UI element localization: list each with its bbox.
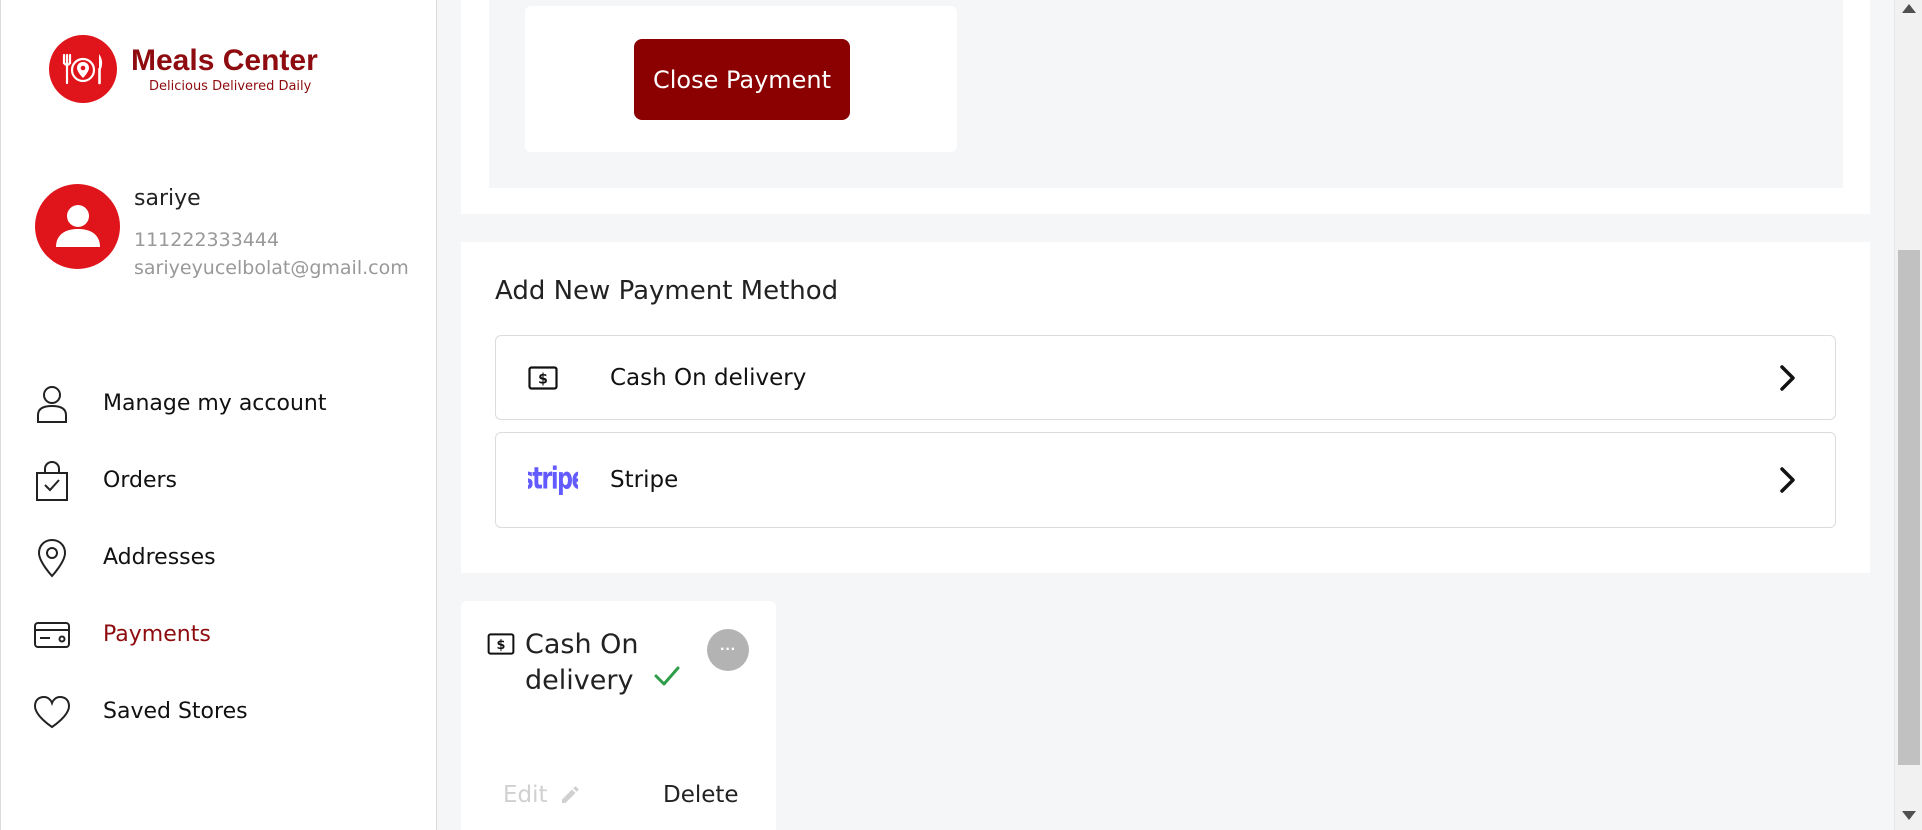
chevron-right-icon <box>1779 364 1797 392</box>
pencil-icon <box>561 786 579 803</box>
sidebar-item-saved-stores[interactable]: Saved Stores <box>33 673 326 750</box>
credit-card-icon <box>33 614 71 656</box>
section-title: Add New Payment Method <box>495 276 839 306</box>
scroll-down-arrow-icon[interactable] <box>1902 811 1916 820</box>
chevron-right-icon <box>1779 466 1797 494</box>
stripe-logo-icon: stripe <box>528 460 578 500</box>
user-icon <box>33 383 71 425</box>
check-icon <box>653 665 681 691</box>
svg-text:$: $ <box>497 638 506 653</box>
user-avatar-icon <box>55 204 100 247</box>
sidebar-item-label: Manage my account <box>103 391 327 416</box>
profile-name: sariye <box>134 186 201 211</box>
payment-form-panel: Close Payment <box>461 0 1870 214</box>
brand-logo[interactable]: Meals Center Delicious Delivered Daily <box>49 35 318 103</box>
cash-icon: $ <box>487 633 515 659</box>
edit-button[interactable]: Edit <box>503 782 580 808</box>
sidebar-item-orders[interactable]: Orders <box>33 442 326 519</box>
avatar <box>35 184 120 269</box>
add-payment-method-panel: Add New Payment Method $ Cash On deliver… <box>461 242 1870 573</box>
profile-block: sariye 111222333444 sariyeyucelbolat@gma… <box>35 184 409 279</box>
method-label: Cash On delivery <box>610 364 807 391</box>
method-cash-on-delivery[interactable]: $ Cash On delivery <box>495 335 1836 420</box>
scroll-thumb[interactable] <box>1898 250 1920 765</box>
location-pin-icon <box>33 537 71 579</box>
saved-payment-card: $ Cash On delivery ··· Edit Delete <box>461 601 776 830</box>
cash-icon: $ <box>528 365 558 390</box>
sidebar-nav: Manage my account Orders Addresses Payme… <box>33 365 326 750</box>
svg-text:stripe: stripe <box>528 463 578 497</box>
profile-phone: 111222333444 <box>134 229 280 251</box>
svg-text:$: $ <box>538 371 548 387</box>
delete-button[interactable]: Delete <box>663 782 739 808</box>
brand-name: Meals Center <box>131 43 318 77</box>
method-stripe[interactable]: stripe Stripe <box>495 432 1836 528</box>
sidebar-item-manage-account[interactable]: Manage my account <box>33 365 326 442</box>
close-payment-button[interactable]: Close Payment <box>634 39 850 120</box>
sidebar-item-payments[interactable]: Payments <box>33 596 326 673</box>
profile-email: sariyeyucelbolat@gmail.com <box>134 257 409 279</box>
sidebar-item-addresses[interactable]: Addresses <box>33 519 326 596</box>
sidebar-item-label: Payments <box>103 622 211 647</box>
brand-tagline: Delicious Delivered Daily <box>149 78 312 94</box>
payment-form-container: Close Payment <box>489 0 1843 188</box>
heart-icon <box>33 691 71 733</box>
sidebar-item-label: Orders <box>103 468 177 493</box>
more-options-button[interactable]: ··· <box>707 629 749 671</box>
sidebar-item-label: Saved Stores <box>103 699 248 724</box>
edit-label: Edit <box>503 782 548 808</box>
scroll-up-arrow-icon[interactable] <box>1902 4 1916 13</box>
saved-method-title: Cash On delivery <box>525 629 639 696</box>
method-label: Stripe <box>610 467 679 493</box>
sidebar: Meals Center Delicious Delivered Daily s… <box>0 0 437 830</box>
page-scrollbar[interactable] <box>1894 0 1922 830</box>
shopping-bag-icon <box>33 460 71 502</box>
logo-badge-icon <box>49 35 117 103</box>
payment-form-box: Close Payment <box>525 6 957 152</box>
sidebar-item-label: Addresses <box>103 545 216 570</box>
